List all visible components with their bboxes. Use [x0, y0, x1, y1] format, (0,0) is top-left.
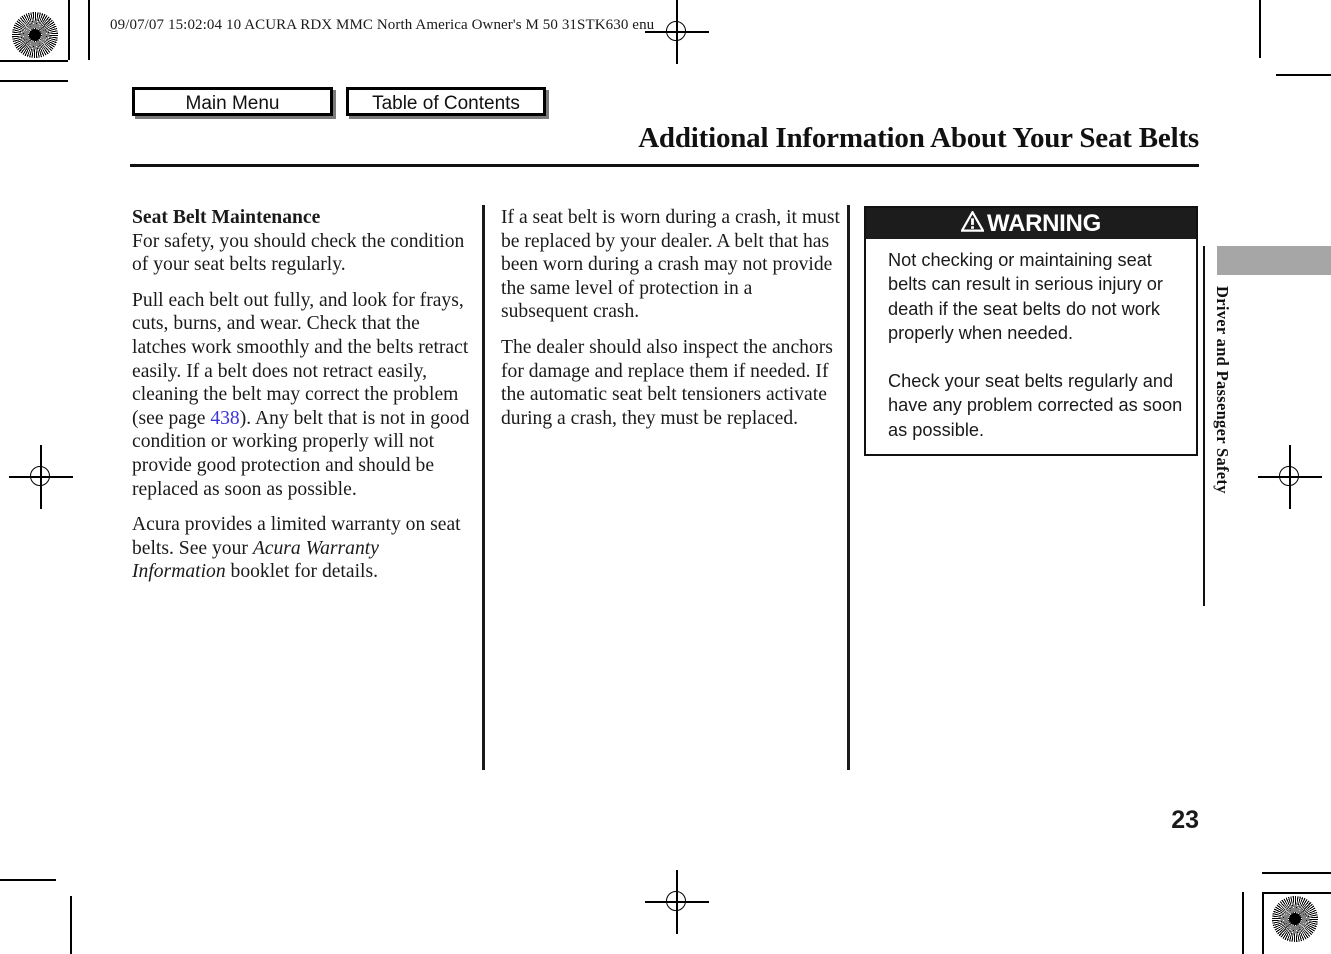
paragraph-text-part2: booklet for details. [225, 561, 378, 583]
crop-mark-bottom-right-outer-vertical [1242, 892, 1244, 954]
crop-mark-top-left-vertical [68, 0, 70, 60]
registration-crosshair-icon-top [645, 0, 709, 64]
registration-crosshair-icon-right [1258, 445, 1322, 509]
warning-triangle-icon [960, 209, 985, 237]
warning-label: WARNING [987, 209, 1101, 237]
crop-mark-top-left-horizontal [0, 60, 68, 62]
registration-starburst-icon-bottom-right [1272, 896, 1318, 942]
crop-mark-top-left-outer-vertical [88, 0, 90, 60]
warning-paragraph-1: Not checking or maintaining seat belts c… [888, 250, 1163, 343]
warning-body: Not checking or maintaining seat belts c… [866, 239, 1196, 454]
registration-starburst-icon-top-left [12, 12, 58, 58]
paragraph-dealer-inspection: The dealer should also inspect the ancho… [501, 336, 833, 429]
crop-mark-bottom-left-horizontal [0, 879, 56, 881]
paragraph-worn-belt-replacement: If a seat belt is worn during a crash, i… [501, 207, 840, 323]
crop-mark-bottom-right-horizontal [1262, 892, 1331, 894]
body-column-2: If a seat belt is worn during a crash, i… [501, 206, 841, 430]
body-column-1: Seat Belt Maintenance For safety, you sho… [132, 206, 470, 584]
paragraph-belt-inspection: Pull each belt out fully, and look for f… [132, 289, 470, 501]
section-subheading: Seat Belt Maintenance [132, 207, 321, 228]
side-tab-divider-rule [1203, 246, 1205, 606]
column-divider-rule-1 [482, 205, 485, 770]
document-header-text: 09/07/07 15:02:04 10 ACURA RDX MMC North… [110, 17, 655, 33]
page-reference-link-438[interactable]: 438 [210, 408, 239, 429]
page-number: 23 [1171, 806, 1199, 834]
registration-crosshair-icon-left [9, 445, 73, 509]
column-divider-rule-2 [847, 205, 850, 770]
page-title: Additional Information About Your Seat B… [638, 122, 1199, 154]
crop-mark-bottom-left-vertical [70, 896, 72, 954]
warning-box: WARNING Not checking or maintaining seat… [864, 206, 1198, 457]
crop-mark-bottom-right-outer-horizontal [1262, 872, 1331, 874]
crop-mark-top-right-vertical [1259, 0, 1261, 58]
main-menu-button[interactable]: Main Menu [132, 87, 333, 116]
crop-mark-top-left-outer-horizontal [0, 80, 68, 82]
crop-mark-top-right-horizontal [1276, 74, 1331, 76]
warning-paragraph-2: Check your seat belts regularly and have… [888, 371, 1183, 440]
paragraph-maintenance-intro: Seat Belt Maintenance For safety, you sho… [132, 206, 470, 277]
paragraph-text: For safety, you should check the conditi… [132, 230, 465, 276]
warning-header-bar: WARNING [866, 208, 1196, 239]
side-tab-label: Driver and Passenger Safety [1213, 286, 1232, 494]
registration-crosshair-icon-bottom [645, 870, 709, 934]
title-divider-rule [130, 164, 1199, 167]
crop-mark-bottom-right-vertical [1262, 892, 1264, 954]
side-tab-marker [1217, 246, 1331, 275]
paragraph-warranty: Acura provides a limited warranty on sea… [132, 513, 470, 584]
table-of-contents-button[interactable]: Table of Contents [346, 87, 546, 116]
